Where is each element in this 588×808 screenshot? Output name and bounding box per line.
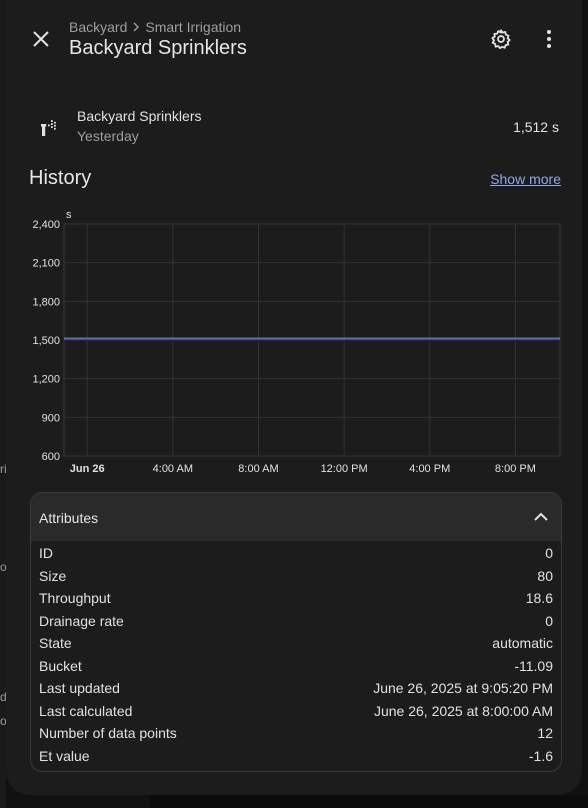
- more-info-dialog: Backyard Smart Irrigation Backyard Sprin…: [6, 0, 582, 795]
- attribute-row: Size 80: [31, 565, 561, 588]
- attribute-row: Last calculated June 26, 2025 at 8:00:00 …: [31, 700, 561, 723]
- attribute-value: 0: [545, 545, 553, 561]
- attribute-row: ID 0: [31, 542, 561, 565]
- attribute-key: Size: [39, 567, 67, 584]
- y-tick-label: 900: [42, 412, 60, 424]
- last-changed: Yesterday: [77, 128, 139, 144]
- y-tick-label: 2,400: [32, 219, 60, 231]
- x-tick-label: 8:00 AM: [238, 463, 278, 475]
- attribute-key: Number of data points: [39, 725, 177, 741]
- attributes-panel: Attributes ID 0 Size 80 Throughput 18.6 Draina…: [30, 492, 562, 772]
- breadcrumb-area[interactable]: Backyard: [69, 19, 127, 35]
- breadcrumb: Backyard Smart Irrigation: [69, 19, 241, 35]
- attribute-row: Bucket -11.09: [31, 655, 561, 678]
- x-tick-label: Jun 26: [70, 463, 105, 475]
- entity-state-row[interactable]: Backyard Sprinklers Yesterday 1,512 s: [29, 104, 561, 146]
- sprinkler-icon: [41, 120, 56, 136]
- attributes-header[interactable]: Attributes: [31, 493, 561, 541]
- attribute-key: State: [39, 635, 72, 651]
- attribute-value: June 26, 2025 at 9:05:20 PM: [373, 680, 553, 696]
- y-tick-label: 1,500: [32, 335, 60, 347]
- attribute-row: Throughput 18.6: [31, 587, 561, 610]
- y-tick-label: 1,200: [32, 374, 60, 386]
- attribute-value: 18.6: [525, 590, 553, 606]
- close-icon: [33, 31, 49, 47]
- y-tick-label: 1,800: [32, 296, 60, 308]
- attribute-row: Drainage rate 0: [31, 610, 561, 633]
- attribute-value: 80: [537, 567, 553, 584]
- attribute-key: Throughput: [39, 590, 111, 606]
- y-tick-label: 600: [42, 451, 60, 463]
- y-axis-label: s: [66, 209, 72, 221]
- attributes-list: ID 0 Size 80 Throughput 18.6 Drainage rate 0 Sta…: [31, 542, 561, 767]
- attribute-row: Number of data points 12: [31, 722, 561, 745]
- settings-button[interactable]: [481, 19, 521, 59]
- attribute-key: ID: [39, 545, 53, 561]
- attribute-value: June 26, 2025 at 8:00:00 AM: [373, 702, 553, 719]
- attribute-row: State automatic: [31, 632, 561, 655]
- x-tick-label: 4:00 PM: [409, 463, 450, 475]
- breadcrumb-device[interactable]: Smart Irrigation: [145, 19, 241, 35]
- attribute-value: 0: [545, 612, 553, 629]
- attribute-value: 12: [537, 725, 553, 741]
- attribute-row: Et value -1.6: [31, 745, 561, 768]
- background-page-bottom: [150, 795, 588, 808]
- y-tick-label: 2,100: [32, 258, 60, 270]
- history-chart[interactable]: 2,400 2,100 1,800 1,500 1,200 900 600 s Jun 26 4:…: [6, 200, 582, 485]
- attribute-key: Bucket: [39, 657, 82, 674]
- more-vert-icon: [547, 30, 551, 48]
- show-more-link[interactable]: Show more: [490, 171, 561, 187]
- more-options-button[interactable]: [529, 19, 569, 59]
- chevron-right-icon: [133, 22, 140, 32]
- x-tick-label: 8:00 PM: [495, 463, 536, 475]
- attribute-value: -11.09: [514, 657, 553, 674]
- history-title: History: [29, 167, 92, 189]
- x-tick-label: 12:00 PM: [321, 463, 368, 475]
- chevron-up-icon: [534, 512, 548, 521]
- attribute-key: Drainage rate: [39, 612, 124, 629]
- entity-name: Backyard Sprinklers: [77, 108, 202, 124]
- attributes-title: Attributes: [39, 510, 99, 526]
- attribute-key: Et value: [39, 747, 90, 764]
- attribute-value: automatic: [492, 635, 553, 651]
- x-tick-label: 4:00 AM: [153, 463, 193, 475]
- state-value: 1,512 s: [513, 119, 559, 135]
- dialog-title: Backyard Sprinklers: [69, 37, 247, 59]
- close-button[interactable]: [21, 19, 61, 59]
- attribute-value: -1.6: [528, 747, 553, 764]
- gear-icon: [491, 29, 511, 50]
- attribute-key: Last calculated: [39, 702, 133, 719]
- attribute-row: Last updated June 26, 2025 at 9:05:20 PM: [31, 677, 561, 700]
- attribute-key: Last updated: [39, 680, 120, 696]
